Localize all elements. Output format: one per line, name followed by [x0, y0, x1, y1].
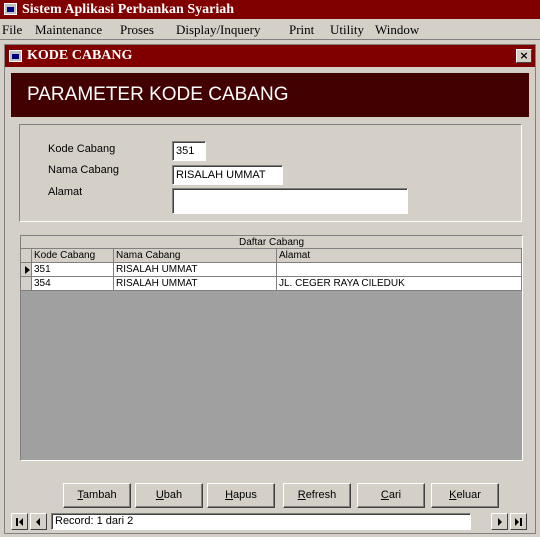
- first-bar-icon: [16, 518, 18, 526]
- table-cell[interactable]: [277, 263, 522, 277]
- first-arrow-icon: [19, 518, 23, 526]
- window-title: KODE CABANG: [27, 48, 133, 63]
- column-header-alamat[interactable]: Alamat: [277, 249, 522, 263]
- table-cell[interactable]: 351: [32, 263, 114, 277]
- menu-print[interactable]: Print: [289, 19, 314, 40]
- table-cell[interactable]: RISALAH UMMAT: [114, 263, 277, 277]
- nama-cabang-label: Nama Cabang: [48, 164, 119, 176]
- kode-cabang-label: Kode Cabang: [48, 143, 116, 155]
- keluar-button[interactable]: Keluar: [431, 483, 499, 508]
- alamat-field[interactable]: [172, 188, 408, 214]
- column-header-kode[interactable]: Kode Cabang: [32, 249, 114, 263]
- app-title-bar: Sistem Aplikasi Perbankan Syariah: [0, 0, 540, 19]
- menu-proses[interactable]: Proses: [120, 19, 154, 40]
- daftar-cabang-grid[interactable]: Daftar Cabang Kode Cabang Nama Cabang Al…: [20, 235, 523, 461]
- alamat-label: Alamat: [48, 186, 83, 198]
- next-arrow-icon: [498, 518, 502, 526]
- banner-title: PARAMETER KODE CABANG: [27, 84, 289, 105]
- grid-caption: Daftar Cabang: [21, 236, 522, 249]
- app-title: Sistem Aplikasi Perbankan Syariah: [22, 2, 234, 17]
- hapus-button[interactable]: Hapus: [207, 483, 275, 508]
- menu-file[interactable]: File: [2, 19, 22, 40]
- row-indicator: [21, 277, 32, 291]
- current-row-arrow-icon: [25, 266, 30, 274]
- ubah-hotkey: U: [155, 489, 164, 501]
- record-navigator: Record: 1 dari 2: [11, 513, 531, 531]
- page-banner: PARAMETER KODE CABANG: [11, 73, 529, 117]
- next-record-button[interactable]: [491, 513, 508, 530]
- menu-utility[interactable]: Utility: [330, 19, 364, 40]
- window-title-bar: KODE CABANG ×: [5, 45, 535, 67]
- last-record-button[interactable]: [510, 513, 527, 530]
- record-status: Record: 1 dari 2: [51, 513, 471, 530]
- hapus-label: apus: [233, 489, 257, 501]
- previous-record-button[interactable]: [30, 513, 47, 530]
- ubah-button[interactable]: Ubah: [135, 483, 203, 508]
- last-bar-icon: [520, 518, 522, 526]
- keluar-label: eluar: [456, 489, 481, 501]
- column-header-nama[interactable]: Nama Cabang: [114, 249, 277, 263]
- window-icon: [9, 50, 22, 62]
- first-record-button[interactable]: [11, 513, 28, 530]
- tambah-label: ambah: [82, 489, 117, 501]
- table-cell[interactable]: JL. CEGER RAYA CILEDUK: [277, 277, 522, 291]
- refresh-button[interactable]: Refresh: [283, 483, 351, 508]
- kode-cabang-window: KODE CABANG × PARAMETER KODE CABANG Kode…: [4, 44, 536, 534]
- nama-cabang-field[interactable]: RISALAH UMMAT: [172, 165, 283, 185]
- menu-window[interactable]: Window: [375, 19, 419, 40]
- parameter-panel: Kode Cabang 351 Nama Cabang RISALAH UMMA…: [19, 124, 522, 222]
- app-icon: [4, 3, 17, 15]
- kode-cabang-field[interactable]: 351: [172, 141, 206, 161]
- previous-arrow-icon: [36, 518, 40, 526]
- header-indicator: [21, 249, 32, 263]
- current-row-indicator: [21, 263, 32, 277]
- table-cell[interactable]: 354: [32, 277, 114, 291]
- menu-maintenance[interactable]: Maintenance: [35, 19, 102, 40]
- tambah-button[interactable]: Tambah: [63, 483, 131, 508]
- last-arrow-icon: [515, 518, 519, 526]
- close-button[interactable]: ×: [516, 49, 532, 63]
- menu-bar: File Maintenance Proses Display/Inquery …: [0, 19, 540, 40]
- cari-hotkey: C: [380, 489, 389, 501]
- ubah-label: bah: [163, 489, 183, 501]
- refresh-label: efresh: [305, 489, 337, 501]
- cari-button[interactable]: Cari: [357, 483, 425, 508]
- menu-display-inquery[interactable]: Display/Inquery: [176, 19, 260, 40]
- refresh-hotkey: R: [297, 489, 306, 501]
- cari-label: ari: [388, 489, 402, 501]
- table-cell[interactable]: RISALAH UMMAT: [114, 277, 277, 291]
- hapus-hotkey: H: [225, 489, 234, 501]
